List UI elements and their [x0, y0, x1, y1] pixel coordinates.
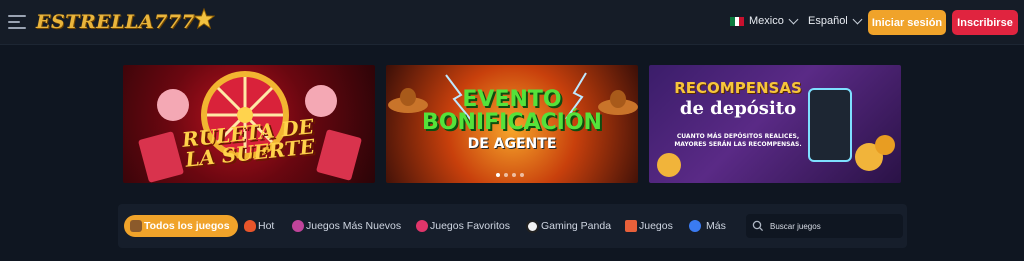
- search-input[interactable]: Buscar juegos: [746, 214, 903, 238]
- banner-caption-line: CUANTO MÁS DEPÓSITOS REALICES,: [676, 133, 800, 140]
- tab-todos-los-juegos[interactable]: Todos los juegos: [124, 215, 238, 237]
- search-placeholder: Buscar juegos: [770, 221, 821, 231]
- tab-juegos-mas-nuevos[interactable]: Juegos Más Nuevos: [292, 215, 401, 237]
- chevron-down-icon: [788, 14, 799, 25]
- tab-label: Juegos Favoritos: [430, 220, 510, 232]
- logo-text: ESTRELLA777: [36, 11, 196, 33]
- language-selector[interactable]: Español: [808, 14, 863, 27]
- house-icon: [625, 220, 637, 232]
- register-button[interactable]: Inscribirse: [952, 10, 1018, 35]
- language-label: Español: [808, 15, 848, 27]
- tab-juegos[interactable]: Juegos: [625, 215, 673, 237]
- banner-recompensas[interactable]: RECOMPENSAS de depósito CUANTO MÁS DEPÓS…: [649, 65, 901, 183]
- tab-gaming-panda[interactable]: Gaming Panda: [526, 215, 611, 237]
- tab-label: Juegos Más Nuevos: [306, 220, 402, 232]
- new-icon: [292, 220, 304, 232]
- search-icon: [752, 220, 764, 232]
- panda-icon: [526, 219, 539, 233]
- country-label: Mexico: [749, 15, 784, 27]
- tab-label: Gaming Panda: [541, 220, 612, 232]
- tab-label: Juegos: [639, 220, 673, 232]
- heart-icon: [416, 220, 428, 232]
- fire-icon: [244, 220, 256, 232]
- tab-label: Todos los juegos: [144, 220, 230, 232]
- star-icon: [193, 8, 216, 30]
- logo[interactable]: ESTRELLA777: [36, 8, 216, 36]
- joystick-icon: [130, 220, 142, 232]
- banner-title-line: BONIFICACIÓN: [422, 110, 602, 135]
- country-selector[interactable]: Mexico: [730, 14, 799, 27]
- login-button[interactable]: Iniciar sesión: [868, 10, 946, 35]
- carousel-dots[interactable]: [496, 173, 524, 177]
- banner-title-line: DE AGENTE: [467, 136, 557, 152]
- banner-title-line: RECOMPENSAS: [674, 79, 802, 97]
- more-icon: [689, 220, 701, 232]
- chevron-down-icon: [852, 14, 863, 25]
- tab-mas[interactable]: Más: [689, 215, 726, 237]
- tab-juegos-favoritos[interactable]: Juegos Favoritos: [416, 215, 510, 237]
- banner-title-line: de depósito: [679, 98, 797, 119]
- mexico-flag-icon: [730, 16, 745, 26]
- banner-caption-line: MAYORES SERÁN LAS RECOMPENSAS.: [674, 141, 802, 148]
- tab-label: Más: [706, 220, 726, 232]
- menu-icon[interactable]: [8, 15, 26, 29]
- banner-bonificacion[interactable]: EVENTO BONIFICACIÓN DE AGENTE: [386, 65, 638, 183]
- top-bar: ESTRELLA777 Mexico Español Iniciar sesió…: [0, 0, 1024, 45]
- tab-hot[interactable]: Hot: [244, 215, 274, 237]
- tab-label: Hot: [258, 220, 275, 232]
- banner-title-line: EVENTO: [462, 87, 562, 112]
- banner-ruleta[interactable]: RULETA DE LA SUERTE: [123, 65, 375, 183]
